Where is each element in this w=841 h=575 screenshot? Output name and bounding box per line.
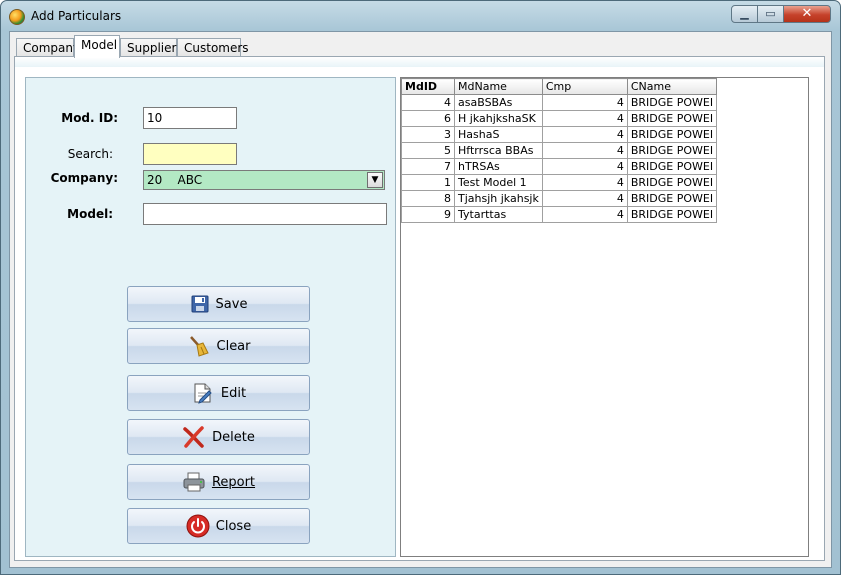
title-bar[interactable]: Add Particulars ▁ ▭ ✕ — [1, 1, 840, 31]
tab-label: Model — [81, 38, 118, 52]
cell-cmp: 4 — [541, 110, 628, 127]
close-button[interactable]: Close — [127, 508, 310, 544]
printer-icon — [182, 472, 206, 492]
cell-cmp: 4 — [541, 174, 628, 191]
cell-mdname: H jkahjkshaSK — [454, 110, 543, 127]
cell-mdname: Tjahsjh jkahsjk — [454, 190, 543, 207]
delete-x-icon — [182, 425, 206, 449]
cell-cname: BRIDGE POWEI — [626, 142, 718, 159]
table-header-row: MdID MdName Cmp CName — [401, 78, 718, 95]
cell-cname: BRIDGE POWEI — [626, 110, 718, 127]
report-button-label: Report — [211, 474, 256, 490]
company-value: 20 ABC — [147, 173, 203, 187]
cell-cmp: 4 — [541, 206, 628, 223]
edit-button-label: Edit — [220, 385, 247, 401]
cell-cmp: 4 — [541, 158, 628, 175]
power-icon — [186, 514, 210, 538]
close-button-label: Close — [215, 518, 252, 534]
cell-mdid: 5 — [401, 142, 455, 159]
cell-cmp: 4 — [541, 94, 628, 111]
cell-mdname: asaBSBAs — [454, 94, 543, 111]
cell-cmp: 4 — [541, 190, 628, 207]
cell-mdname: Test Model 1 — [454, 174, 543, 191]
cell-mdname: Tytarttas — [454, 206, 543, 223]
model-field[interactable] — [143, 203, 387, 225]
close-window-button[interactable]: ✕ — [783, 5, 831, 23]
tab-suppliers[interactable]: Suppliers — [120, 38, 183, 57]
cell-cname: BRIDGE POWEI — [626, 206, 718, 223]
minimize-icon: ▁ — [740, 7, 749, 20]
search-label: Search: — [67, 147, 113, 161]
cell-mdname: Hftrrsca BBAs — [454, 142, 543, 159]
cell-mdname: HashaS — [454, 126, 543, 143]
app-icon — [9, 9, 25, 25]
mod-id-label: Mod. ID: — [61, 111, 118, 125]
app-window: Add Particulars ▁ ▭ ✕ Company Model Supp… — [0, 0, 841, 575]
cell-mdid: 8 — [401, 190, 455, 207]
edit-button[interactable]: Edit — [127, 375, 310, 411]
table-row[interactable]: 5 Hftrrsca BBAs 4 BRIDGE POWEI — [401, 142, 718, 159]
search-input[interactable] — [143, 143, 237, 165]
column-header-cname[interactable]: CName — [626, 78, 718, 95]
company-select[interactable]: 20 ABC ▼ — [143, 170, 385, 190]
close-icon: ✕ — [801, 6, 813, 21]
client-area: Company Model Suppliers Customers Mod. I… — [9, 31, 832, 568]
maximize-button[interactable]: ▭ — [757, 5, 784, 23]
tab-company[interactable]: Company — [16, 38, 80, 57]
window-title: Add Particulars — [31, 9, 122, 23]
model-label: Model: — [67, 207, 113, 221]
cell-mdid: 6 — [401, 110, 455, 127]
tab-label: Customers — [184, 41, 249, 55]
column-header-mdname[interactable]: MdName — [454, 78, 543, 95]
report-button[interactable]: Report — [127, 464, 310, 500]
cell-mdid: 9 — [401, 206, 455, 223]
delete-button-label: Delete — [212, 429, 255, 445]
models-table: MdID MdName Cmp CName 4 asaBSBAs 4 BRIDG… — [401, 78, 718, 223]
table-row[interactable]: 8 Tjahsjh jkahsjk 4 BRIDGE POWEI — [401, 190, 718, 207]
delete-button[interactable]: Delete — [127, 419, 310, 455]
clear-button[interactable]: Clear — [127, 328, 310, 364]
cell-mdid: 4 — [401, 94, 455, 111]
table-row[interactable]: 3 HashaS 4 BRIDGE POWEI — [401, 126, 718, 143]
table-row[interactable]: 4 asaBSBAs 4 BRIDGE POWEI — [401, 94, 718, 111]
entry-panel: Mod. ID: Search: Company: 20 ABC ▼ Model… — [25, 77, 396, 557]
table-row[interactable]: 1 Test Model 1 4 BRIDGE POWEI — [401, 174, 718, 191]
tab-label: Company — [23, 41, 81, 55]
cell-cmp: 4 — [541, 126, 628, 143]
table-row[interactable]: 6 H jkahjkshaSK 4 BRIDGE POWEI — [401, 110, 718, 127]
cell-cname: BRIDGE POWEI — [626, 190, 718, 207]
maximize-icon: ▭ — [765, 7, 776, 20]
save-button-label: Save — [215, 296, 248, 312]
cell-cname: BRIDGE POWEI — [626, 126, 718, 143]
company-label: Company: — [50, 171, 118, 185]
column-header-mdid[interactable]: MdID — [401, 78, 455, 95]
table-row[interactable]: 7 hTRSAs 4 BRIDGE POWEI — [401, 158, 718, 175]
broom-icon — [187, 334, 211, 358]
cell-cname: BRIDGE POWEI — [626, 174, 718, 191]
floppy-disk-icon — [190, 294, 210, 314]
column-header-cmp[interactable]: Cmp — [541, 78, 628, 95]
tab-customers[interactable]: Customers — [177, 38, 249, 57]
minimize-button[interactable]: ▁ — [731, 5, 758, 23]
cell-mdname: hTRSAs — [454, 158, 543, 175]
cell-cname: BRIDGE POWEI — [626, 158, 718, 175]
cell-mdid: 1 — [401, 174, 455, 191]
cell-mdid: 7 — [401, 158, 455, 175]
models-grid[interactable]: MdID MdName Cmp CName 4 asaBSBAs 4 BRIDG… — [400, 77, 809, 557]
tab-label: Suppliers — [127, 41, 183, 55]
tab-model[interactable]: Model — [74, 35, 120, 58]
cell-cname: BRIDGE POWEI — [626, 94, 718, 111]
chevron-down-icon[interactable]: ▼ — [367, 172, 383, 188]
edit-document-icon — [191, 381, 215, 405]
table-row[interactable]: 9 Tytarttas 4 BRIDGE POWEI — [401, 206, 718, 223]
cell-cmp: 4 — [541, 142, 628, 159]
save-button[interactable]: Save — [127, 286, 310, 322]
mod-id-field[interactable] — [143, 107, 237, 129]
clear-button-label: Clear — [216, 338, 251, 354]
cell-mdid: 3 — [401, 126, 455, 143]
